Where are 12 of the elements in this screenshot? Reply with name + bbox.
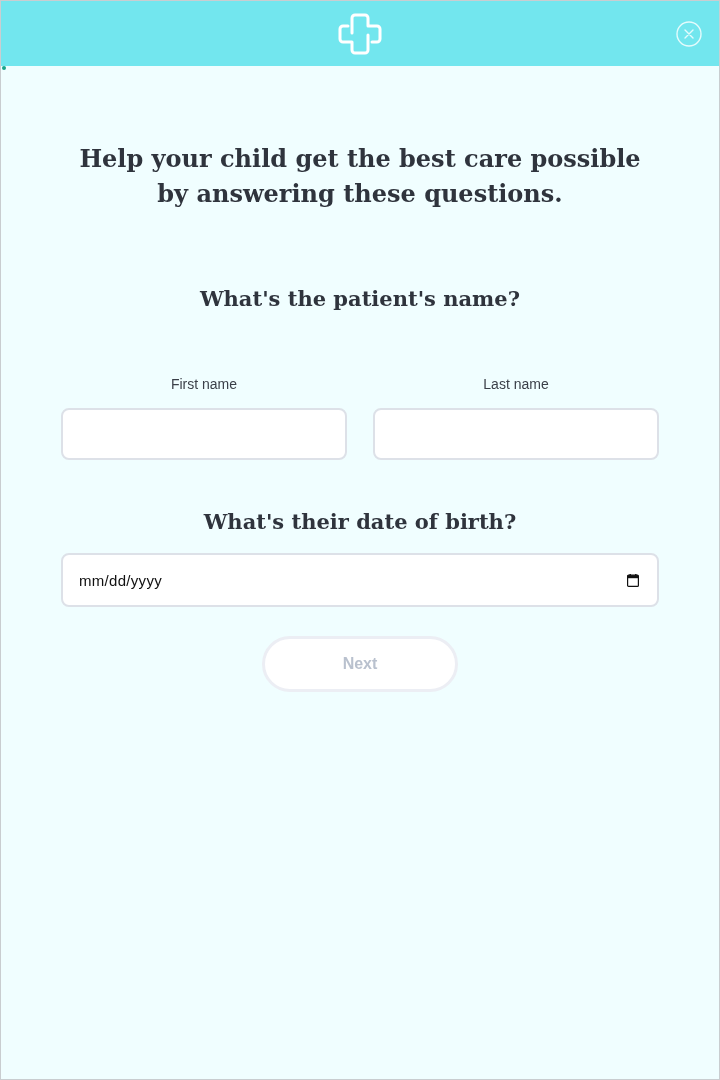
question-heading: What's their date of birth? — [203, 508, 517, 536]
last-name-field[interactable] — [373, 408, 659, 460]
calendar-icon[interactable] — [627, 574, 639, 587]
field-label: Last name — [483, 375, 549, 394]
page-title: Help your child get the best care possible by answering these questions. — [78, 143, 642, 210]
cross-logo-icon — [338, 12, 382, 55]
date-field[interactable]: mm/dd/yyyy — [61, 553, 659, 607]
first-name-field[interactable] — [61, 408, 347, 460]
close-icon — [676, 21, 702, 47]
question-heading: What's the patient's name? — [200, 285, 520, 313]
field-label: First name — [170, 375, 238, 394]
close-button[interactable] — [676, 21, 702, 47]
